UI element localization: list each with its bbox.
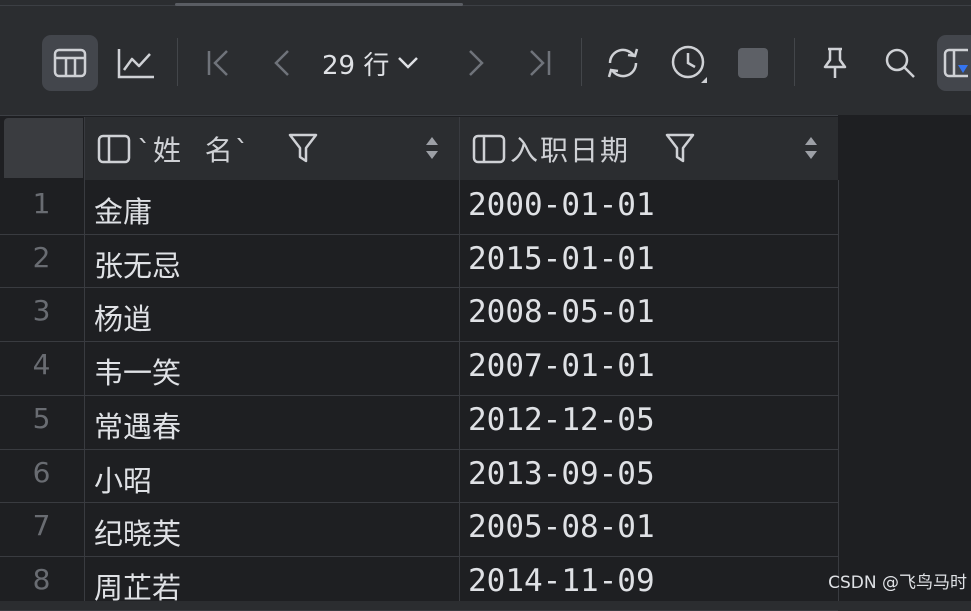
cell-hire-date[interactable]: 2012-12-05 (468, 402, 655, 438)
row-divider (0, 234, 838, 235)
pin-button[interactable] (812, 35, 858, 91)
column-layout-icon (943, 48, 968, 78)
row-divider (0, 502, 838, 503)
grid-top-border (0, 115, 838, 116)
previous-page-button[interactable] (262, 35, 302, 91)
view-options-button[interactable] (937, 35, 971, 91)
clock-icon (671, 45, 707, 83)
sort-icon[interactable] (804, 135, 818, 161)
stop-icon (738, 48, 768, 78)
top-divider (0, 5, 971, 6)
column-header-name[interactable]: `姓 名` (84, 117, 459, 180)
cell-name[interactable]: 杨逍 (94, 296, 152, 338)
refresh-icon (607, 48, 639, 78)
chart-view-button[interactable] (108, 35, 164, 91)
select-all-corner[interactable] (4, 118, 83, 178)
row-number: 2 (32, 240, 51, 274)
row-count-dropdown[interactable]: 29 行 (322, 35, 419, 91)
cell-hire-date[interactable]: 2014-11-09 (468, 563, 655, 599)
row-number: 5 (32, 401, 51, 435)
cell-name[interactable]: 小昭 (94, 458, 152, 500)
toolbar-separator (794, 38, 795, 86)
toolbar-separator (177, 38, 178, 86)
row-divider (0, 341, 838, 342)
top-strip (0, 0, 971, 10)
filter-icon[interactable] (664, 132, 696, 164)
column-icon (97, 134, 131, 163)
cell-hire-date[interactable]: 2007-01-01 (468, 348, 655, 384)
search-button[interactable] (876, 35, 924, 91)
stop-button[interactable] (732, 35, 774, 91)
first-page-icon (207, 50, 228, 76)
chevron-left-icon (274, 50, 289, 76)
cell-hire-date[interactable]: 2015-01-01 (468, 241, 655, 277)
row-divider (0, 449, 838, 450)
refresh-button[interactable] (598, 35, 648, 91)
search-icon (885, 48, 915, 78)
filter-icon[interactable] (287, 132, 319, 164)
row-divider (0, 556, 838, 557)
horizontal-scrollbar-thumb[interactable] (175, 3, 463, 6)
results-toolbar: 29 行 (0, 10, 971, 115)
cell-hire-date[interactable]: 2005-08-01 (468, 509, 655, 545)
first-page-button[interactable] (196, 35, 240, 91)
next-page-button[interactable] (456, 35, 496, 91)
row-number: 1 (32, 187, 51, 220)
chevron-right-icon (469, 50, 484, 76)
cell-hire-date[interactable]: 2000-01-01 (468, 187, 655, 223)
column-divider (459, 180, 460, 601)
column-divider (84, 180, 85, 601)
column-icon (472, 134, 506, 163)
watermark: CSDN @飞鸟马时 (828, 573, 967, 593)
cell-name[interactable]: 韦一笑 (94, 350, 181, 392)
column-divider (838, 180, 839, 601)
cell-name[interactable]: 纪晓芙 (94, 511, 181, 553)
cell-name[interactable]: 金庸 (94, 189, 152, 231)
column-header-label: `姓 名` (137, 133, 251, 167)
sort-icon[interactable] (425, 135, 439, 161)
column-header-label: 入职日期 (510, 133, 631, 167)
row-number: 6 (32, 455, 51, 489)
toolbar-separator (581, 38, 582, 86)
cell-hire-date[interactable]: 2013-09-05 (468, 456, 655, 492)
table-icon (53, 48, 87, 78)
row-divider (0, 395, 838, 396)
cell-name[interactable]: 张无忌 (94, 243, 181, 285)
last-page-icon (530, 50, 551, 76)
line-chart-icon (117, 49, 154, 79)
cell-name[interactable]: 常遇春 (94, 404, 181, 446)
table-view-button[interactable] (42, 35, 98, 91)
row-count-label: 29 行 (322, 50, 390, 81)
history-button[interactable] (664, 35, 714, 91)
row-divider (0, 287, 838, 288)
row-number: 3 (32, 294, 51, 328)
last-page-button[interactable] (518, 35, 562, 91)
pin-icon (823, 47, 847, 78)
chevron-down-icon (398, 57, 419, 69)
row-number: 4 (32, 348, 51, 382)
column-header-hire-date[interactable]: 入职日期 (459, 117, 838, 180)
cell-hire-date[interactable]: 2008-05-01 (468, 294, 655, 330)
row-number: 7 (32, 509, 51, 543)
row-number: 8 (32, 562, 51, 596)
